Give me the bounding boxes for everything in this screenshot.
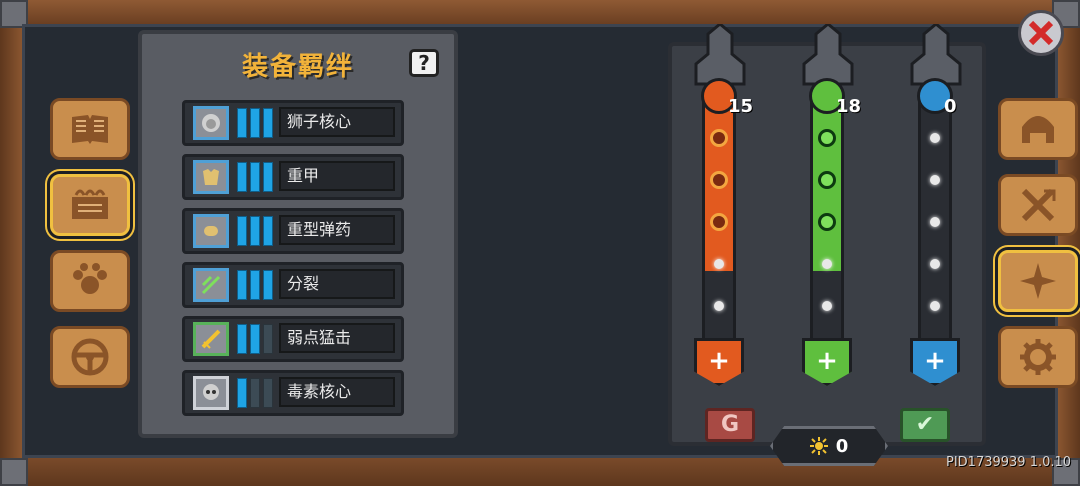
level-bar xyxy=(250,216,260,246)
slot-empty[interactable] xyxy=(822,259,832,269)
book-icon xyxy=(72,115,108,144)
swords-tab[interactable] xyxy=(998,174,1078,236)
slot-filled[interactable] xyxy=(818,213,836,231)
bond-level-bars xyxy=(237,270,273,300)
bond-name: 弱点猛击 xyxy=(279,323,395,353)
bond-name: 狮子核心 xyxy=(279,107,395,137)
split-arrows-icon xyxy=(193,268,229,302)
bond-level-bars xyxy=(237,324,273,354)
paw-tab[interactable] xyxy=(50,250,130,312)
slot-empty[interactable] xyxy=(930,133,940,143)
confirm-button[interactable]: ✔ xyxy=(900,408,950,442)
slot-empty[interactable] xyxy=(930,301,940,311)
frame-bottom xyxy=(0,458,1080,486)
slot-filled[interactable] xyxy=(818,171,836,189)
crossed-swords-icon xyxy=(1021,188,1056,222)
compass-star-icon xyxy=(1020,263,1056,299)
bond-level-bars xyxy=(237,378,273,408)
skull-icon xyxy=(193,376,229,410)
slot-empty[interactable] xyxy=(714,301,724,311)
reset-button[interactable]: G xyxy=(705,408,755,442)
bond-row[interactable]: 重甲 xyxy=(182,154,404,200)
paw-icon xyxy=(73,263,107,294)
steering-wheel-icon xyxy=(71,338,109,376)
talent-count: 18 xyxy=(836,96,862,117)
level-bar xyxy=(237,216,247,246)
level-bar xyxy=(237,270,247,300)
frame-corner xyxy=(0,458,28,486)
close-button[interactable] xyxy=(1018,10,1064,56)
steering-tab[interactable] xyxy=(50,326,130,388)
slot-empty[interactable] xyxy=(930,175,940,185)
gear-icon xyxy=(1020,339,1056,375)
version-label: PID1739939 1.0.10 xyxy=(946,455,1072,470)
talent-points-display: 0 xyxy=(770,426,888,466)
weak-strike-icon xyxy=(193,322,229,356)
level-bar xyxy=(263,216,273,246)
compass-tab[interactable] xyxy=(998,250,1078,312)
slot-empty[interactable] xyxy=(930,259,940,269)
bond-name: 重甲 xyxy=(279,161,395,191)
slot-empty[interactable] xyxy=(822,301,832,311)
level-bar xyxy=(237,378,247,408)
bond-name: 毒素核心 xyxy=(279,377,395,407)
scroll-tab[interactable] xyxy=(50,174,130,236)
talent-count: 0 xyxy=(944,96,957,117)
bond-row[interactable]: 重型弹药 xyxy=(182,208,404,254)
level-bar xyxy=(250,324,260,354)
bond-row[interactable]: 狮子核心 xyxy=(182,100,404,146)
book-tab[interactable] xyxy=(50,98,130,160)
scroll-icon xyxy=(72,189,108,219)
bond-name: 重型弹药 xyxy=(279,215,395,245)
slot-empty[interactable] xyxy=(930,217,940,227)
level-bar xyxy=(263,270,273,300)
bond-row[interactable]: 毒素核心 xyxy=(182,370,404,416)
level-bar xyxy=(250,378,260,408)
close-icon xyxy=(1028,20,1054,46)
helmet-icon xyxy=(1022,116,1054,143)
level-bar xyxy=(237,108,247,138)
help-button[interactable]: ? xyxy=(409,49,439,77)
level-bar xyxy=(250,270,260,300)
bond-level-bars xyxy=(237,216,273,246)
bond-row[interactable]: 分裂 xyxy=(182,262,404,308)
ammo-icon xyxy=(193,214,229,248)
bond-name: 分裂 xyxy=(279,269,395,299)
frame-right xyxy=(1058,0,1080,486)
slot-filled[interactable] xyxy=(710,129,728,147)
bond-level-bars xyxy=(237,162,273,192)
frame-left xyxy=(0,0,22,486)
gear-tab[interactable] xyxy=(998,326,1078,388)
level-bar xyxy=(250,108,260,138)
level-bar xyxy=(263,378,273,408)
level-bar xyxy=(250,162,260,192)
bond-row[interactable]: 弱点猛击 xyxy=(182,316,404,362)
level-bar xyxy=(263,162,273,192)
slot-filled[interactable] xyxy=(818,129,836,147)
slot-filled[interactable] xyxy=(710,213,728,231)
slot-empty[interactable] xyxy=(714,259,724,269)
level-bar xyxy=(237,162,247,192)
armor-icon xyxy=(193,160,229,194)
slot-filled[interactable] xyxy=(710,171,728,189)
level-bar xyxy=(263,108,273,138)
level-bar xyxy=(263,324,273,354)
level-bar xyxy=(237,324,247,354)
bond-level-bars xyxy=(237,108,273,138)
sun-icon xyxy=(809,437,828,455)
helmet-tab[interactable] xyxy=(998,98,1078,160)
lion-head-icon xyxy=(193,106,229,140)
frame-top xyxy=(0,0,1080,24)
talent-points-value: 0 xyxy=(835,435,849,457)
talent-count: 15 xyxy=(728,96,754,117)
